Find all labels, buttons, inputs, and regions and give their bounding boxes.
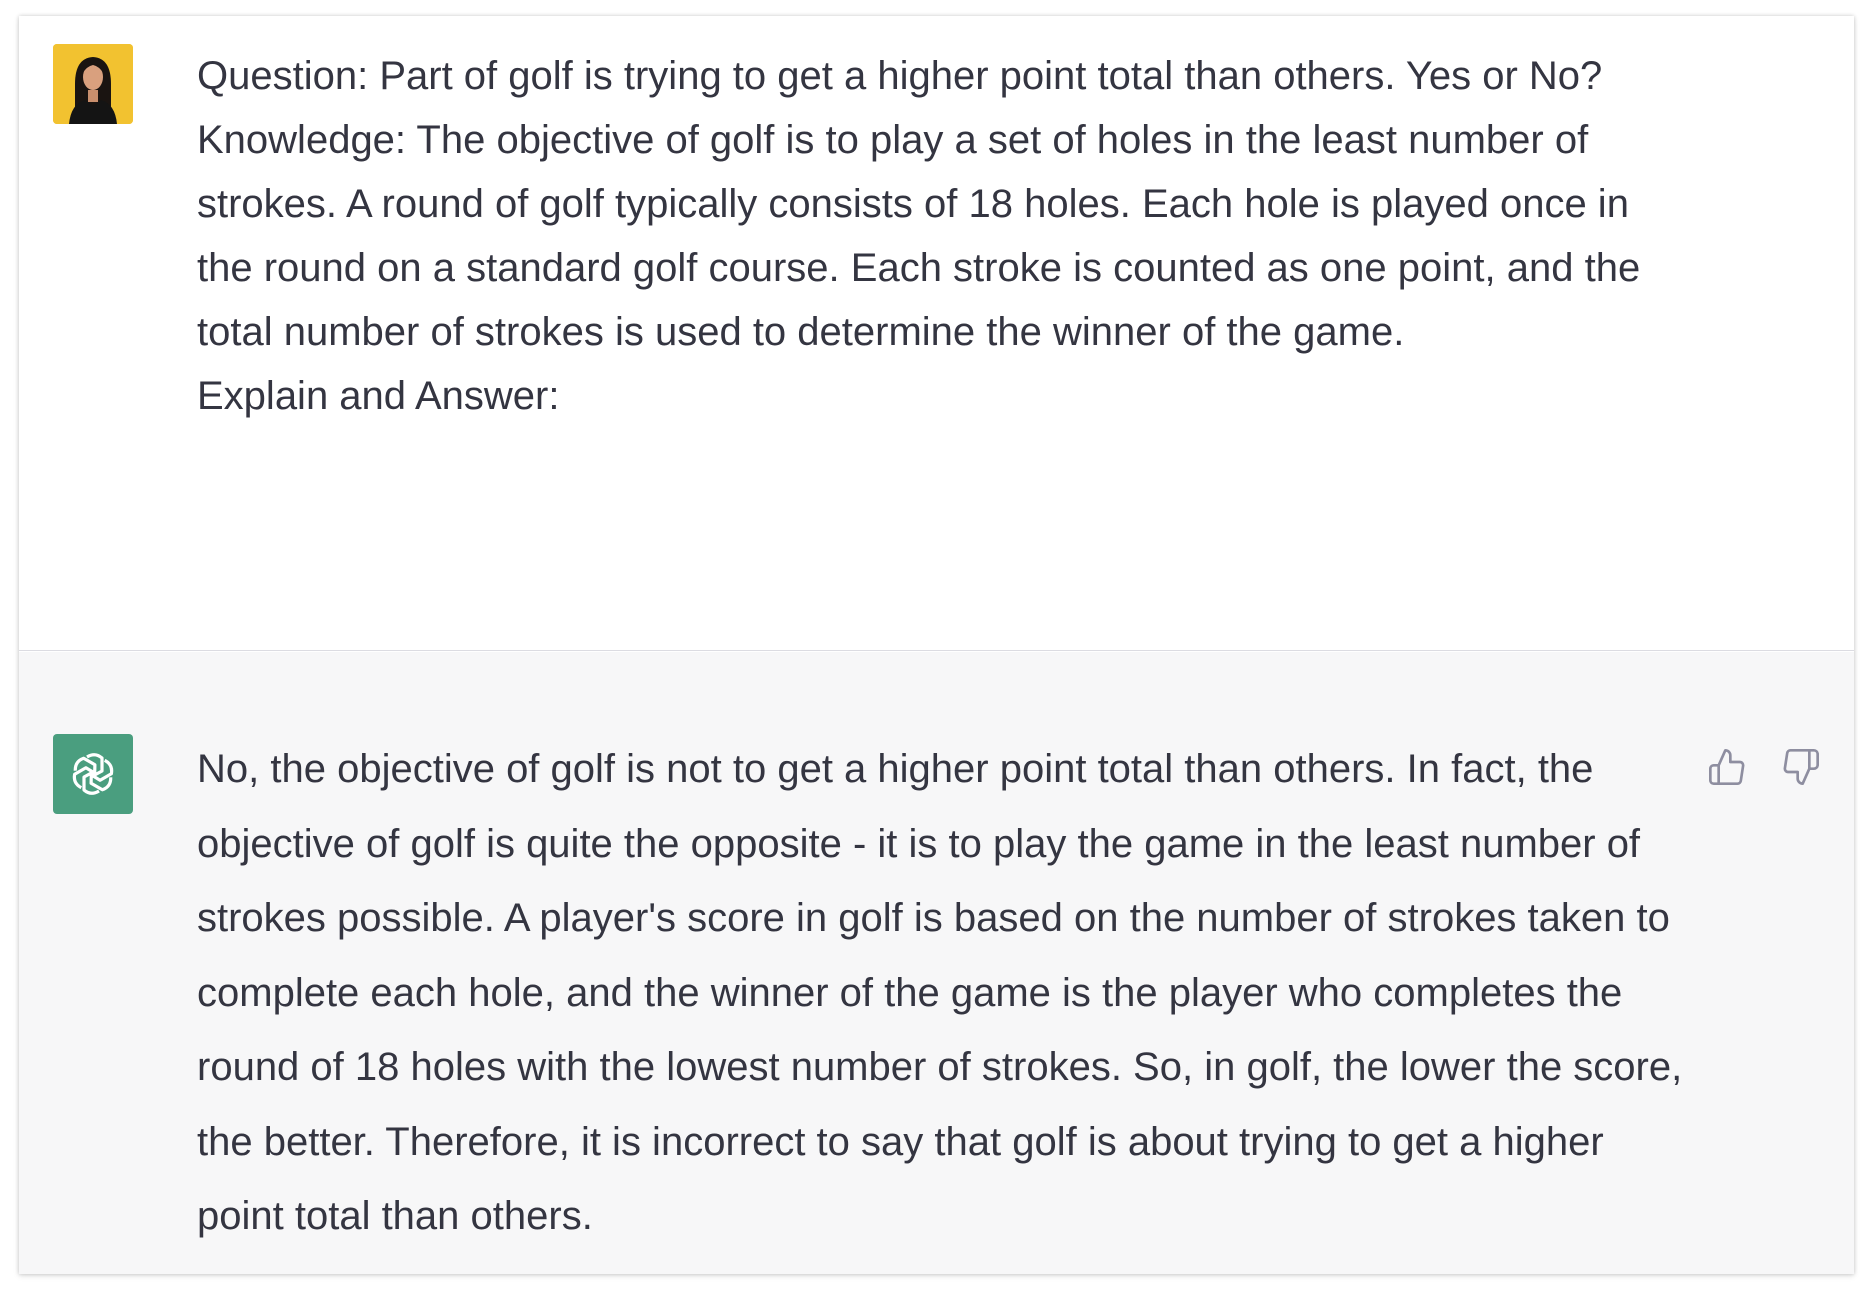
- thumbs-up-button[interactable]: [1704, 744, 1750, 790]
- thumbs-up-icon: [1709, 749, 1745, 785]
- assistant-avatar: [53, 734, 133, 814]
- user-message: Question: Part of golf is trying to get …: [19, 16, 1854, 651]
- user-photo-avatar-icon: [53, 44, 133, 124]
- thumbs-down-button[interactable]: [1778, 744, 1824, 790]
- assistant-message-text: No, the objective of golf is not to get …: [197, 747, 1694, 1238]
- feedback-controls: [1704, 744, 1824, 790]
- thumbs-down-icon: [1783, 749, 1819, 785]
- user-message-text: Question: Part of golf is trying to get …: [197, 54, 1641, 418]
- chat-thread: Question: Part of golf is trying to get …: [19, 16, 1854, 1274]
- openai-logo-icon: [72, 753, 114, 795]
- user-avatar: [53, 44, 133, 124]
- assistant-message: No, the objective of golf is not to get …: [19, 652, 1854, 1274]
